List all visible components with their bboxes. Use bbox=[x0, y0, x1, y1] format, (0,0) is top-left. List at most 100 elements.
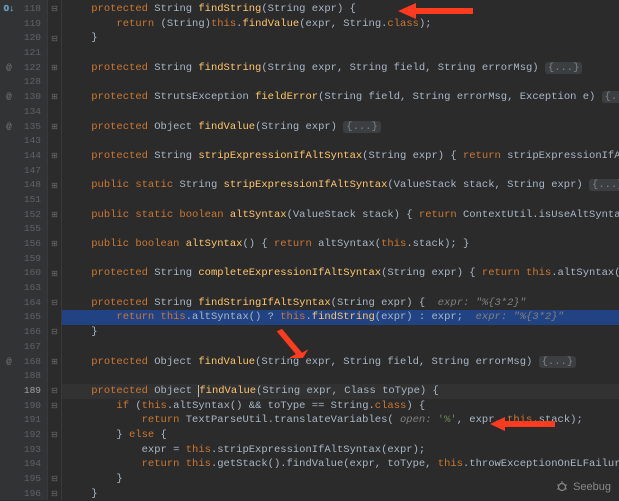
fold-collapse-icon[interactable]: ⊟ bbox=[48, 428, 61, 443]
line-number[interactable]: 134 bbox=[18, 105, 41, 120]
line-number[interactable]: 130 bbox=[18, 90, 41, 105]
code-line[interactable] bbox=[62, 369, 619, 384]
code-line[interactable]: } bbox=[62, 472, 619, 487]
code-line[interactable] bbox=[62, 164, 619, 179]
line-number[interactable]: 122 bbox=[18, 61, 41, 76]
line-number[interactable]: 164 bbox=[18, 296, 41, 311]
code-line[interactable]: protected Object findValue(String expr, … bbox=[62, 355, 619, 370]
code-line[interactable] bbox=[62, 340, 619, 355]
code-line[interactable]: protected String findString(String expr)… bbox=[62, 2, 619, 17]
code-area[interactable]: protected String findString(String expr)… bbox=[62, 0, 619, 500]
code-line[interactable]: public static String stripExpressionIfAl… bbox=[62, 178, 619, 193]
code-line[interactable]: protected Object findValue(String expr, … bbox=[62, 384, 619, 399]
line-number[interactable]: 168 bbox=[18, 355, 41, 370]
fold-expand-icon[interactable]: ⊞ bbox=[48, 149, 61, 164]
code-line[interactable]: } else { bbox=[62, 428, 619, 443]
code-line[interactable]: protected String findStringIfAltSyntax(S… bbox=[62, 296, 619, 311]
fold-expand-icon[interactable]: ⊞ bbox=[48, 120, 61, 135]
fold-expand-icon[interactable]: ⊞ bbox=[48, 208, 61, 223]
line-number[interactable]: 148 bbox=[18, 178, 41, 193]
fold-collapse-icon[interactable]: ⊟ bbox=[48, 296, 61, 311]
code-line[interactable]: return (String)this.findValue(expr, Stri… bbox=[62, 17, 619, 32]
code-line[interactable] bbox=[62, 252, 619, 267]
fold-expand-icon[interactable]: ⊞ bbox=[48, 178, 61, 193]
line-number[interactable]: 128 bbox=[18, 75, 41, 90]
code-line[interactable] bbox=[62, 46, 619, 61]
gutter-marker bbox=[0, 75, 18, 90]
code-line[interactable]: protected StrutsException fieldError(Str… bbox=[62, 90, 619, 105]
code-line[interactable]: if (this.altSyntax() && toType == String… bbox=[62, 399, 619, 414]
line-number[interactable]: 121 bbox=[18, 46, 41, 61]
line-number[interactable]: 166 bbox=[18, 325, 41, 340]
line-number[interactable]: 151 bbox=[18, 193, 41, 208]
line-number[interactable]: 119 bbox=[18, 17, 41, 32]
line-number[interactable]: 118 bbox=[18, 2, 41, 17]
code-line[interactable]: } bbox=[62, 325, 619, 340]
gutter-marker bbox=[0, 222, 18, 237]
fold-expand-icon[interactable]: ⊞ bbox=[48, 90, 61, 105]
fold-collapse-icon[interactable]: ⊟ bbox=[48, 325, 61, 340]
line-number[interactable]: 155 bbox=[18, 222, 41, 237]
line-number[interactable]: 156 bbox=[18, 237, 41, 252]
fold-collapse-icon[interactable]: ⊟ bbox=[48, 384, 61, 399]
code-line[interactable] bbox=[62, 193, 619, 208]
gutter-marker bbox=[0, 252, 18, 267]
line-number[interactable]: 135 bbox=[18, 120, 41, 135]
fold-collapse-icon[interactable]: ⊟ bbox=[48, 487, 61, 501]
line-number[interactable]: 195 bbox=[18, 472, 41, 487]
line-number[interactable]: 143 bbox=[18, 134, 41, 149]
fold-collapse-icon[interactable]: ⊟ bbox=[48, 399, 61, 414]
code-line[interactable] bbox=[62, 75, 619, 90]
line-number[interactable]: 196 bbox=[18, 487, 41, 501]
line-number[interactable]: 191 bbox=[18, 413, 41, 428]
line-number[interactable]: 144 bbox=[18, 149, 41, 164]
code-line[interactable] bbox=[62, 105, 619, 120]
line-number[interactable]: 192 bbox=[18, 428, 41, 443]
gutter-marker bbox=[0, 266, 18, 281]
code-line[interactable]: } bbox=[62, 31, 619, 46]
line-number[interactable]: 159 bbox=[18, 252, 41, 267]
line-number[interactable]: 189 bbox=[18, 384, 41, 399]
gutter-marker bbox=[0, 369, 18, 384]
code-line[interactable] bbox=[62, 222, 619, 237]
line-number[interactable]: 163 bbox=[18, 281, 41, 296]
fold-empty bbox=[48, 340, 61, 355]
fold-expand-icon[interactable]: ⊞ bbox=[48, 355, 61, 370]
fold-collapse-icon[interactable]: ⊟ bbox=[48, 2, 61, 17]
code-line[interactable] bbox=[62, 281, 619, 296]
code-line[interactable]: protected String completeExpressionIfAlt… bbox=[62, 266, 619, 281]
line-number[interactable]: 190 bbox=[18, 399, 41, 414]
line-number[interactable]: 188 bbox=[18, 369, 41, 384]
fold-empty bbox=[48, 164, 61, 179]
line-number[interactable]: 147 bbox=[18, 164, 41, 179]
line-number[interactable]: 165 bbox=[18, 310, 41, 325]
gutter-marker bbox=[0, 310, 18, 325]
line-number[interactable]: 193 bbox=[18, 443, 41, 458]
code-line[interactable]: protected String findString(String expr,… bbox=[62, 61, 619, 76]
fold-empty bbox=[48, 134, 61, 149]
line-number[interactable]: 160 bbox=[18, 266, 41, 281]
gutter-marker bbox=[0, 164, 18, 179]
code-line[interactable]: } bbox=[62, 487, 619, 501]
fold-expand-icon[interactable]: ⊞ bbox=[48, 237, 61, 252]
line-number[interactable]: 167 bbox=[18, 340, 41, 355]
fold-collapse-icon[interactable]: ⊟ bbox=[48, 31, 61, 46]
fold-expand-icon[interactable]: ⊞ bbox=[48, 61, 61, 76]
code-line[interactable]: protected Object findValue(String expr) … bbox=[62, 120, 619, 135]
fold-collapse-icon[interactable]: ⊟ bbox=[48, 472, 61, 487]
code-line[interactable]: return this.altSyntax() ? this.findStrin… bbox=[62, 310, 619, 325]
code-line[interactable]: public static boolean altSyntax(ValueSta… bbox=[62, 208, 619, 223]
gutter-marker bbox=[0, 149, 18, 164]
fold-empty bbox=[48, 310, 61, 325]
fold-expand-icon[interactable]: ⊞ bbox=[48, 266, 61, 281]
code-line[interactable]: expr = this.stripExpressionIfAltSyntax(e… bbox=[62, 443, 619, 458]
line-number[interactable]: 152 bbox=[18, 208, 41, 223]
code-line[interactable]: public boolean altSyntax() { return altS… bbox=[62, 237, 619, 252]
line-number[interactable]: 194 bbox=[18, 457, 41, 472]
gutter-marker bbox=[0, 17, 18, 32]
line-number[interactable]: 120 bbox=[18, 31, 41, 46]
code-line[interactable]: return this.getStack().findValue(expr, t… bbox=[62, 457, 619, 472]
code-line[interactable]: return TextParseUtil.translateVariables(… bbox=[62, 413, 619, 428]
code-line[interactable]: protected String stripExpressionIfAltSyn… bbox=[62, 149, 619, 164]
code-line[interactable] bbox=[62, 134, 619, 149]
